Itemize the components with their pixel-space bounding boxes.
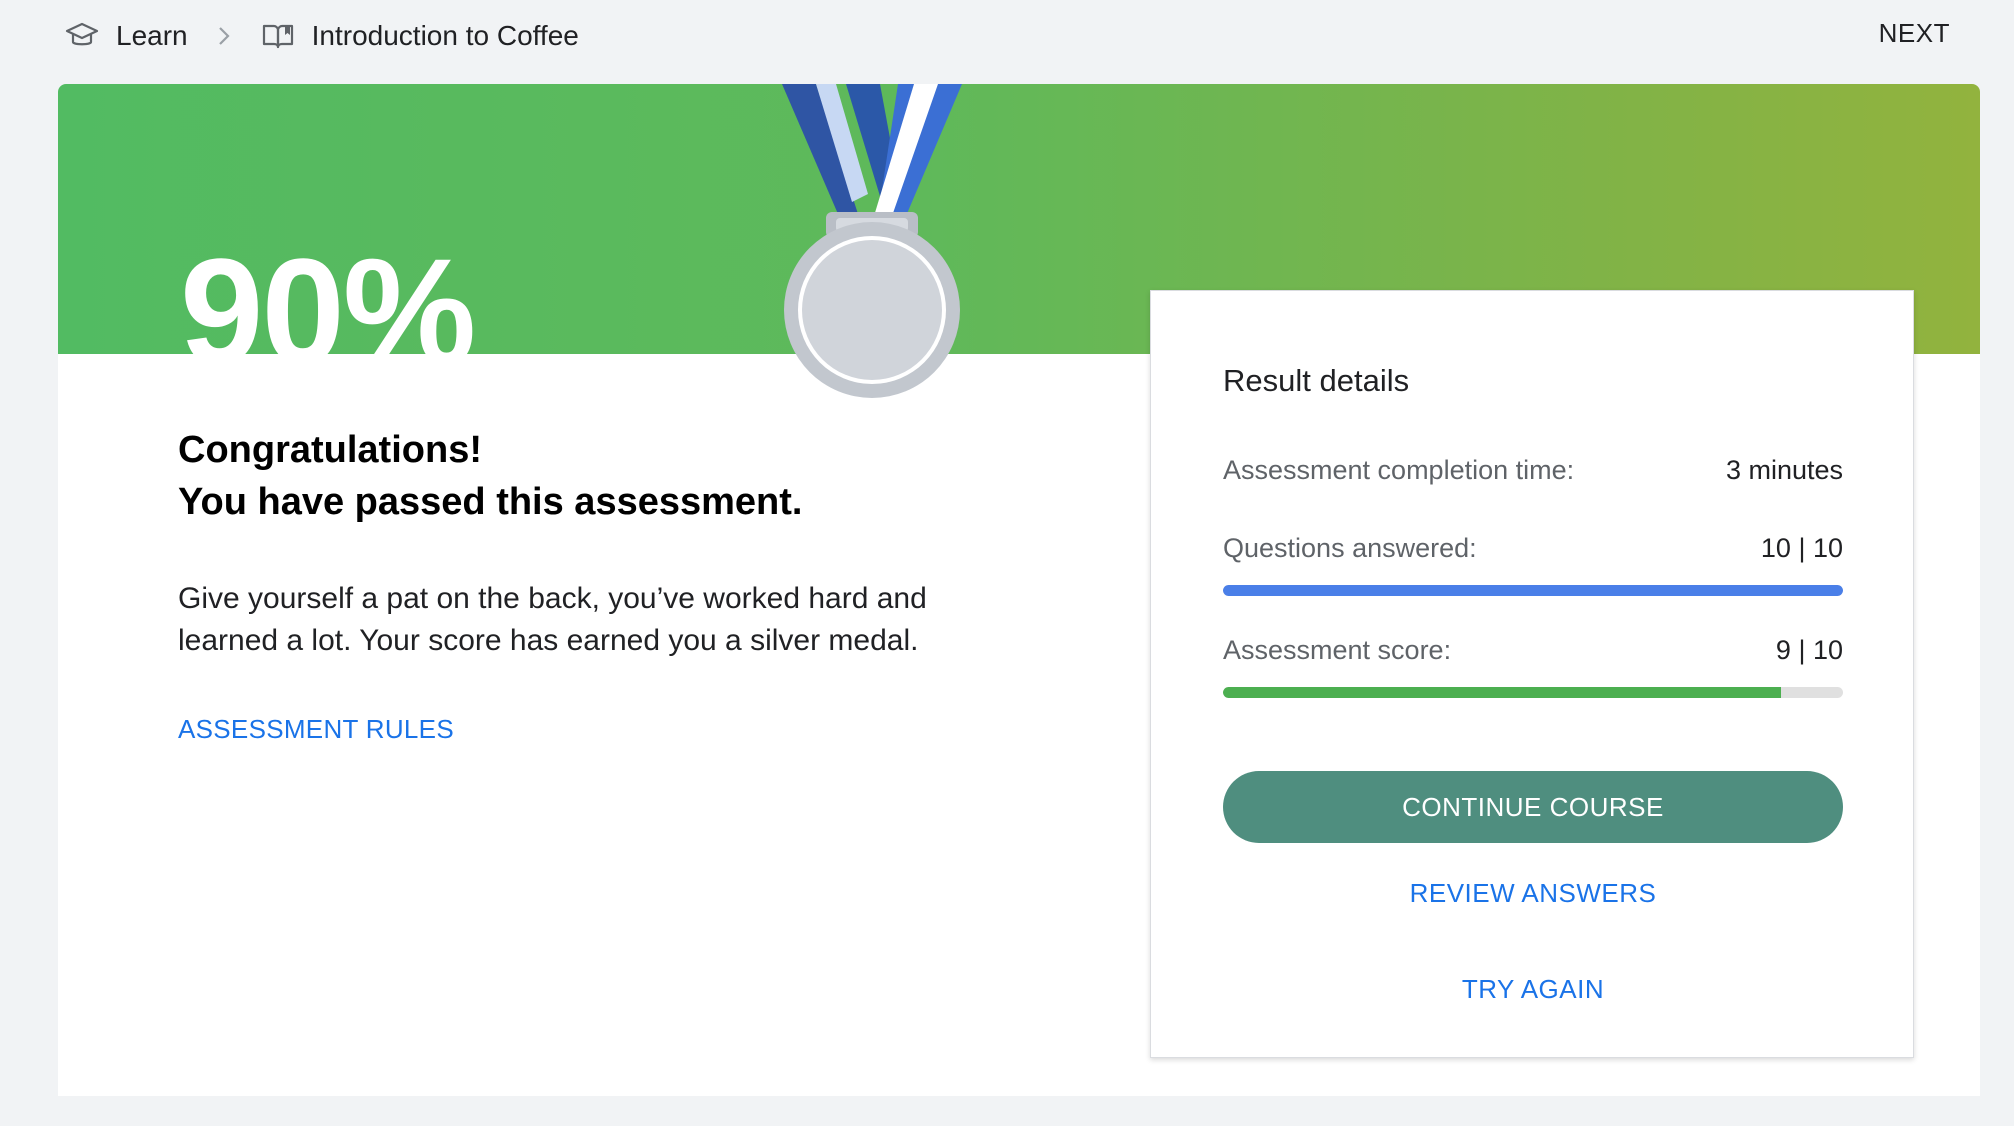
congratulations-line: Congratulations! <box>178 429 482 471</box>
questions-answered-value: 10 | 10 <box>1760 533 1843 563</box>
try-again-button[interactable]: TRY AGAIN <box>1223 973 1843 1006</box>
assessment-score-row: Assessment score: 9 | 10 <box>1223 635 1843 666</box>
result-description: Give yourself a pat on the back, you’ve … <box>178 582 927 657</box>
graduation-cap-icon <box>64 18 100 54</box>
assessment-score-label: Assessment score: <box>1223 635 1452 665</box>
breadcrumb-course-title: Introduction to Coffee <box>311 20 579 51</box>
breadcrumb: Learn Introduction to Coffee <box>64 16 579 56</box>
result-details-title: Result details <box>1223 363 1410 398</box>
results-card: 90% Congratulations! You have passed thi… <box>58 84 1980 1096</box>
completion-time-value: 3 minutes <box>1725 455 1843 485</box>
open-book-icon <box>260 18 296 54</box>
completion-time-row: Assessment completion time: 3 minutes <box>1223 455 1843 486</box>
next-button[interactable]: NEXT <box>1879 18 1950 49</box>
top-bar: Learn Introduction to Coffee NEXT <box>0 0 2014 72</box>
score-progress-fill <box>1223 687 1781 698</box>
review-answers-button[interactable]: REVIEW ANSWERS <box>1223 877 1843 910</box>
score-progress-bar <box>1223 687 1843 698</box>
breadcrumb-learn-link[interactable]: Learn <box>116 20 188 52</box>
congratulations-heading: Congratulations! You have passed this as… <box>178 424 802 528</box>
continue-course-button[interactable]: CONTINUE COURSE <box>1223 771 1843 843</box>
passed-line: You have passed this assessment. <box>178 481 803 523</box>
silver-medal-icon <box>782 84 962 398</box>
assessment-score-value: 9 | 10 <box>1775 635 1843 665</box>
score-percent: 90% <box>180 236 475 354</box>
questions-answered-label: Questions answered: <box>1223 533 1477 563</box>
result-details-panel: Result details Assessment completion tim… <box>1150 290 1914 1058</box>
chevron-right-icon <box>204 25 244 47</box>
questions-progress-bar <box>1223 585 1843 596</box>
questions-progress-fill <box>1223 585 1843 596</box>
questions-answered-row: Questions answered: 10 | 10 <box>1223 533 1843 564</box>
assessment-rules-link[interactable]: ASSESSMENT RULES <box>178 714 454 745</box>
completion-time-label: Assessment completion time: <box>1223 455 1575 485</box>
